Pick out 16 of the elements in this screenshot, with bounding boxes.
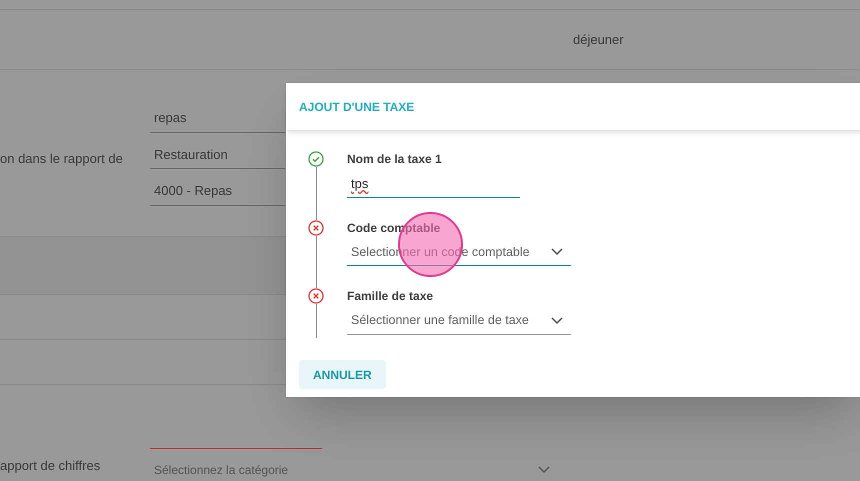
- field-label: Nom de la taxe 1: [347, 151, 443, 168]
- figures-label: apport de chiffres: [0, 456, 102, 475]
- category-select[interactable]: Sélectionnez la catégorie: [150, 461, 550, 479]
- cancel-button[interactable]: ANNULER: [299, 360, 386, 389]
- dialog-title: AJOUT D'UNE TAXE: [299, 98, 414, 116]
- meal-label: déjeuner: [573, 30, 624, 49]
- form-field[interactable]: Restauration: [150, 144, 285, 169]
- select-field[interactable]: Sélectionner une famille de taxe: [347, 311, 571, 335]
- text-field[interactable]: tps: [347, 174, 520, 198]
- chevron-down-icon: [551, 316, 563, 325]
- field-label: Famille de taxe: [347, 288, 434, 306]
- report-label: on dans le rapport de: [0, 150, 124, 168]
- form-field[interactable]: 4000 - Repas: [150, 181, 285, 206]
- chevron-down-icon: [538, 466, 550, 474]
- chevron-down-icon: [551, 248, 563, 256]
- form-field[interactable]: repas: [150, 108, 285, 132]
